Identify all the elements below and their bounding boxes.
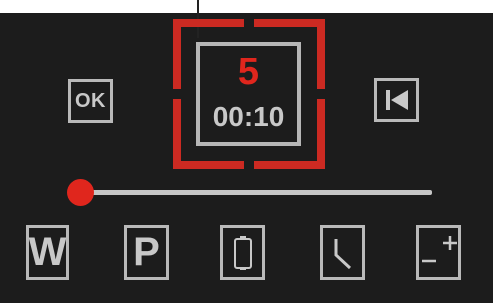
p-button[interactable]: P — [124, 225, 169, 280]
p-button-label: P — [133, 230, 160, 274]
phone-button[interactable] — [220, 225, 265, 280]
ok-button[interactable]: OK — [68, 79, 113, 123]
clock-button[interactable] — [320, 225, 365, 280]
slider-track[interactable] — [80, 190, 432, 195]
slider-handle[interactable] — [66, 179, 94, 206]
counter-display: 5 00:10 — [196, 42, 301, 146]
skip-to-start-icon — [382, 85, 412, 115]
clock-hand-icon — [328, 233, 358, 273]
plus-minus-icon — [419, 231, 459, 275]
count-value: 5 — [237, 51, 260, 93]
w-button-label: W — [28, 230, 67, 274]
time-value: 00:10 — [212, 101, 285, 132]
phone-outline-icon — [232, 234, 254, 272]
plus-minus-button[interactable] — [416, 225, 461, 280]
ok-button-label: OK — [75, 89, 106, 112]
skip-to-start-button[interactable] — [374, 78, 419, 122]
w-button[interactable]: W — [26, 225, 69, 280]
